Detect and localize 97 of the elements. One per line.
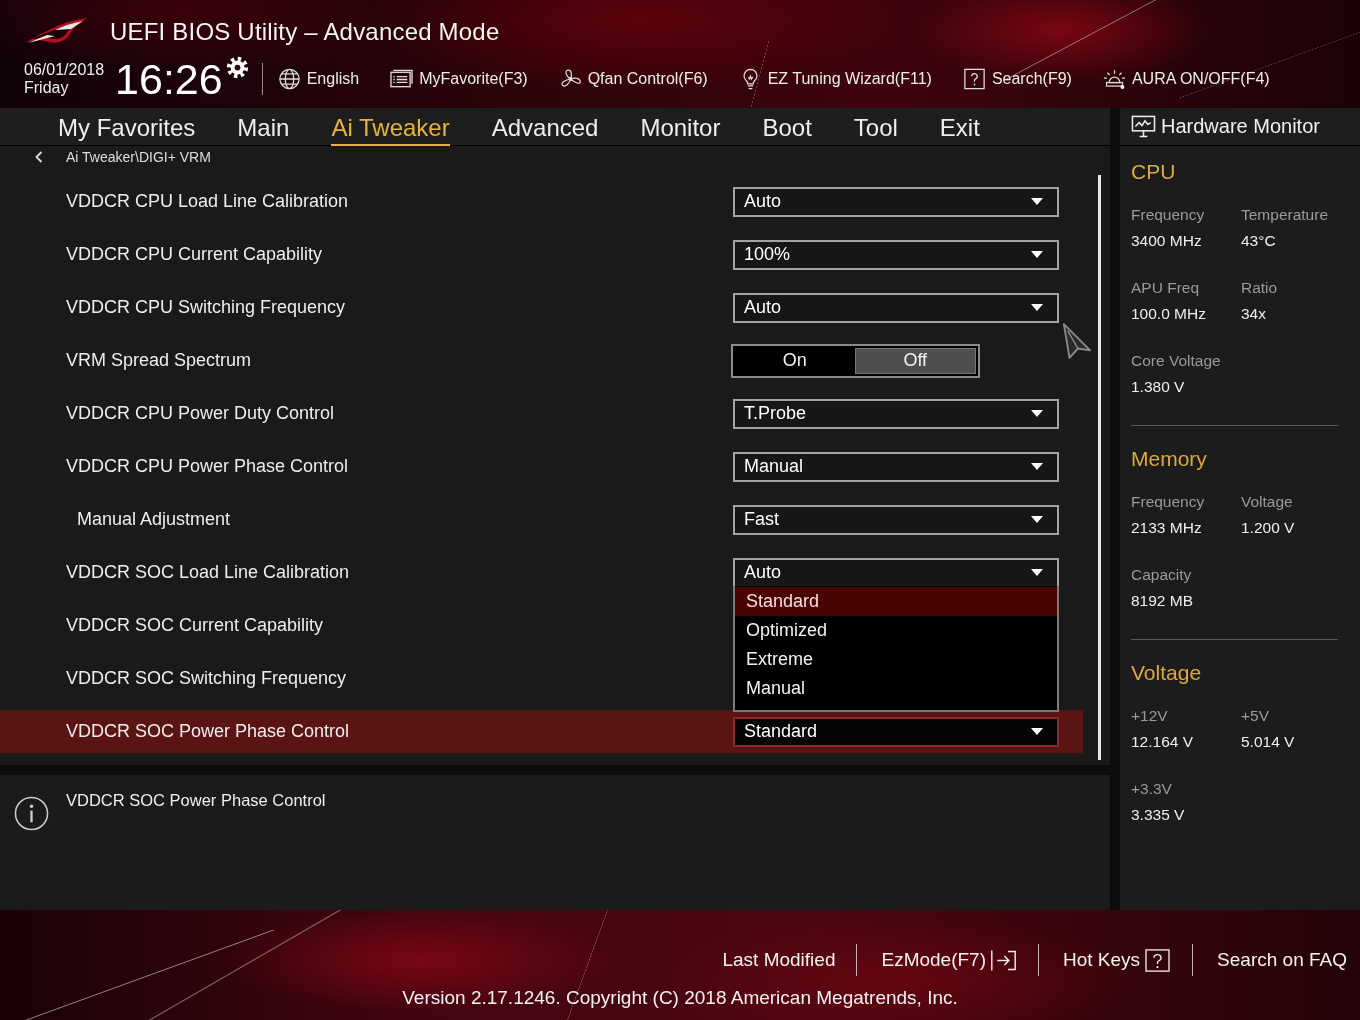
sensor-value: 1.380 V xyxy=(1131,377,1186,397)
setting-label: VDDCR SOC Switching Frequency xyxy=(65,668,348,689)
date-text: 06/01/2018 xyxy=(24,61,105,79)
caret-icon xyxy=(1031,516,1043,523)
section-title: CPU xyxy=(1131,159,1177,185)
setting-label: VDDCR SOC Current Capability xyxy=(65,615,325,636)
menu-tab[interactable]: Advanced xyxy=(491,112,599,147)
clock-time: 16:26 xyxy=(115,56,223,102)
sensor-value: 3.335 V xyxy=(1131,805,1186,825)
sensor-label: Frequency xyxy=(1131,492,1206,512)
footer-button[interactable]: Hot Keys xyxy=(1063,948,1172,972)
dropdown-option[interactable]: Manual xyxy=(735,673,1057,703)
sensor-label: Temperature xyxy=(1241,205,1329,225)
day-text: Friday xyxy=(24,79,70,97)
question-mark-icon xyxy=(1144,948,1172,972)
sensor-label: Frequency xyxy=(1131,205,1206,225)
sensor-label: APU Freq xyxy=(1131,278,1201,298)
setting-label: VDDCR CPU Power Phase Control xyxy=(65,456,350,477)
section-title: Memory xyxy=(1131,446,1208,472)
selected-row[interactable]: VDDCR SOC Power Phase Control Standard xyxy=(0,710,1083,753)
menu-tab[interactable]: My Favorites xyxy=(58,112,196,147)
dropdown-option[interactable]: Standard xyxy=(735,586,1057,616)
globe-icon xyxy=(277,68,301,90)
question-mark-icon xyxy=(962,68,986,90)
caret-icon xyxy=(1031,410,1043,417)
sensor-label: Ratio xyxy=(1241,278,1279,298)
help-text: VDDCR SOC Power Phase Control xyxy=(66,791,326,809)
sensor-value: 8192 MB xyxy=(1131,591,1195,611)
caret-icon xyxy=(1031,728,1043,735)
toggle-switch[interactable]: On Off xyxy=(731,343,980,378)
back-icon[interactable] xyxy=(35,151,43,163)
setting-label: VDDCR CPU Power Duty Control xyxy=(65,403,336,424)
menu-tab[interactable]: Exit xyxy=(939,112,980,147)
setting-label: Manual Adjustment xyxy=(76,509,232,530)
setting-label: VDDCR SOC Load Line Calibration xyxy=(65,562,351,583)
sensor-value: 5.014 V xyxy=(1241,732,1296,752)
dropdown-option[interactable]: Optimized xyxy=(735,615,1057,645)
sensor-label: Voltage xyxy=(1241,492,1294,512)
sensor-value: 12.164 V xyxy=(1131,732,1195,752)
scrollbar[interactable] xyxy=(1098,175,1101,760)
exit-icon xyxy=(990,948,1017,972)
setting-label: VDDCR SOC Power Phase Control xyxy=(65,721,351,742)
menu-tab[interactable]: Monitor xyxy=(640,112,721,147)
sensor-label: Core Voltage xyxy=(1131,351,1222,371)
footer-button[interactable]: Search on FAQ xyxy=(1217,949,1347,971)
caret-icon xyxy=(1031,569,1043,576)
menu-tab[interactable]: Main xyxy=(237,112,290,147)
toolbar-button[interactable]: Qfan Control(F6) xyxy=(558,68,708,90)
toolbar-button[interactable]: English xyxy=(277,68,360,90)
setting-label: VDDCR CPU Switching Frequency xyxy=(65,297,347,318)
setting-label: VRM Spread Spectrum xyxy=(65,350,253,371)
caret-icon xyxy=(1031,304,1043,311)
footer-button[interactable]: EzMode(F7) xyxy=(881,948,1017,972)
sensor-value: 1.200 V xyxy=(1241,518,1296,538)
dropdown[interactable]: Fast xyxy=(733,504,1059,535)
dropdown[interactable]: Auto xyxy=(733,292,1059,323)
toolbar-button[interactable]: Search(F9) xyxy=(962,68,1072,90)
dropdown[interactable]: Standard xyxy=(733,716,1059,747)
breadcrumb: Ai Tweaker\DIGI+ VRM xyxy=(66,149,211,165)
window-title: UEFI BIOS Utility – Advanced Mode xyxy=(110,18,500,46)
monitor-icon xyxy=(1131,115,1156,138)
caret-icon xyxy=(1031,251,1043,258)
toolbar-button[interactable]: MyFavorite(F3) xyxy=(390,68,528,90)
toggle-option[interactable]: Off xyxy=(854,347,976,374)
version-text: Version 2.17.1246. Copyright (C) 2018 American Megatrends, Inc. xyxy=(401,987,959,1009)
dropdown[interactable]: Manual xyxy=(733,451,1059,482)
caret-icon xyxy=(1031,198,1043,205)
sensor-value: 2133 MHz xyxy=(1131,518,1203,538)
mouse-pointer-icon xyxy=(1062,322,1092,360)
fan-icon xyxy=(558,68,582,90)
sensor-value: 34x xyxy=(1241,304,1267,324)
monitor-title: Hardware Monitor xyxy=(1161,115,1320,138)
setting-label: VDDCR CPU Load Line Calibration xyxy=(65,191,350,212)
list-icon xyxy=(390,68,414,90)
dropdown-option[interactable]: Extreme xyxy=(735,644,1057,674)
sensor-label: +3.3V xyxy=(1131,779,1173,799)
beacon-light-icon xyxy=(1102,68,1126,90)
dropdown[interactable]: 100% xyxy=(733,239,1059,270)
dropdown[interactable]: T.Probe xyxy=(733,398,1059,429)
menu-tab[interactable]: Boot xyxy=(762,112,812,147)
sensor-label: +5V xyxy=(1241,706,1270,726)
caret-icon xyxy=(1031,463,1043,470)
dropdown[interactable]: Auto xyxy=(733,186,1059,217)
toolbar-button[interactable]: AURA ON/OFF(F4) xyxy=(1102,68,1270,90)
sensor-value: 43°C xyxy=(1241,231,1277,251)
section-title: Voltage xyxy=(1131,660,1203,686)
toolbar-button[interactable]: EZ Tuning Wizard(F11) xyxy=(738,68,932,90)
footer-button[interactable]: Last Modified xyxy=(722,949,836,971)
toggle-option[interactable]: On xyxy=(735,347,855,374)
setting-label: VDDCR CPU Current Capability xyxy=(65,244,324,265)
info-icon xyxy=(14,796,49,831)
sensor-value: 100.0 MHz xyxy=(1131,304,1207,324)
settings-icon[interactable] xyxy=(225,56,249,79)
sensor-label: +12V xyxy=(1131,706,1169,726)
menu-tab[interactable]: Tool xyxy=(853,112,898,147)
sensor-label: Capacity xyxy=(1131,565,1193,585)
sensor-value: 3400 MHz xyxy=(1131,231,1203,251)
